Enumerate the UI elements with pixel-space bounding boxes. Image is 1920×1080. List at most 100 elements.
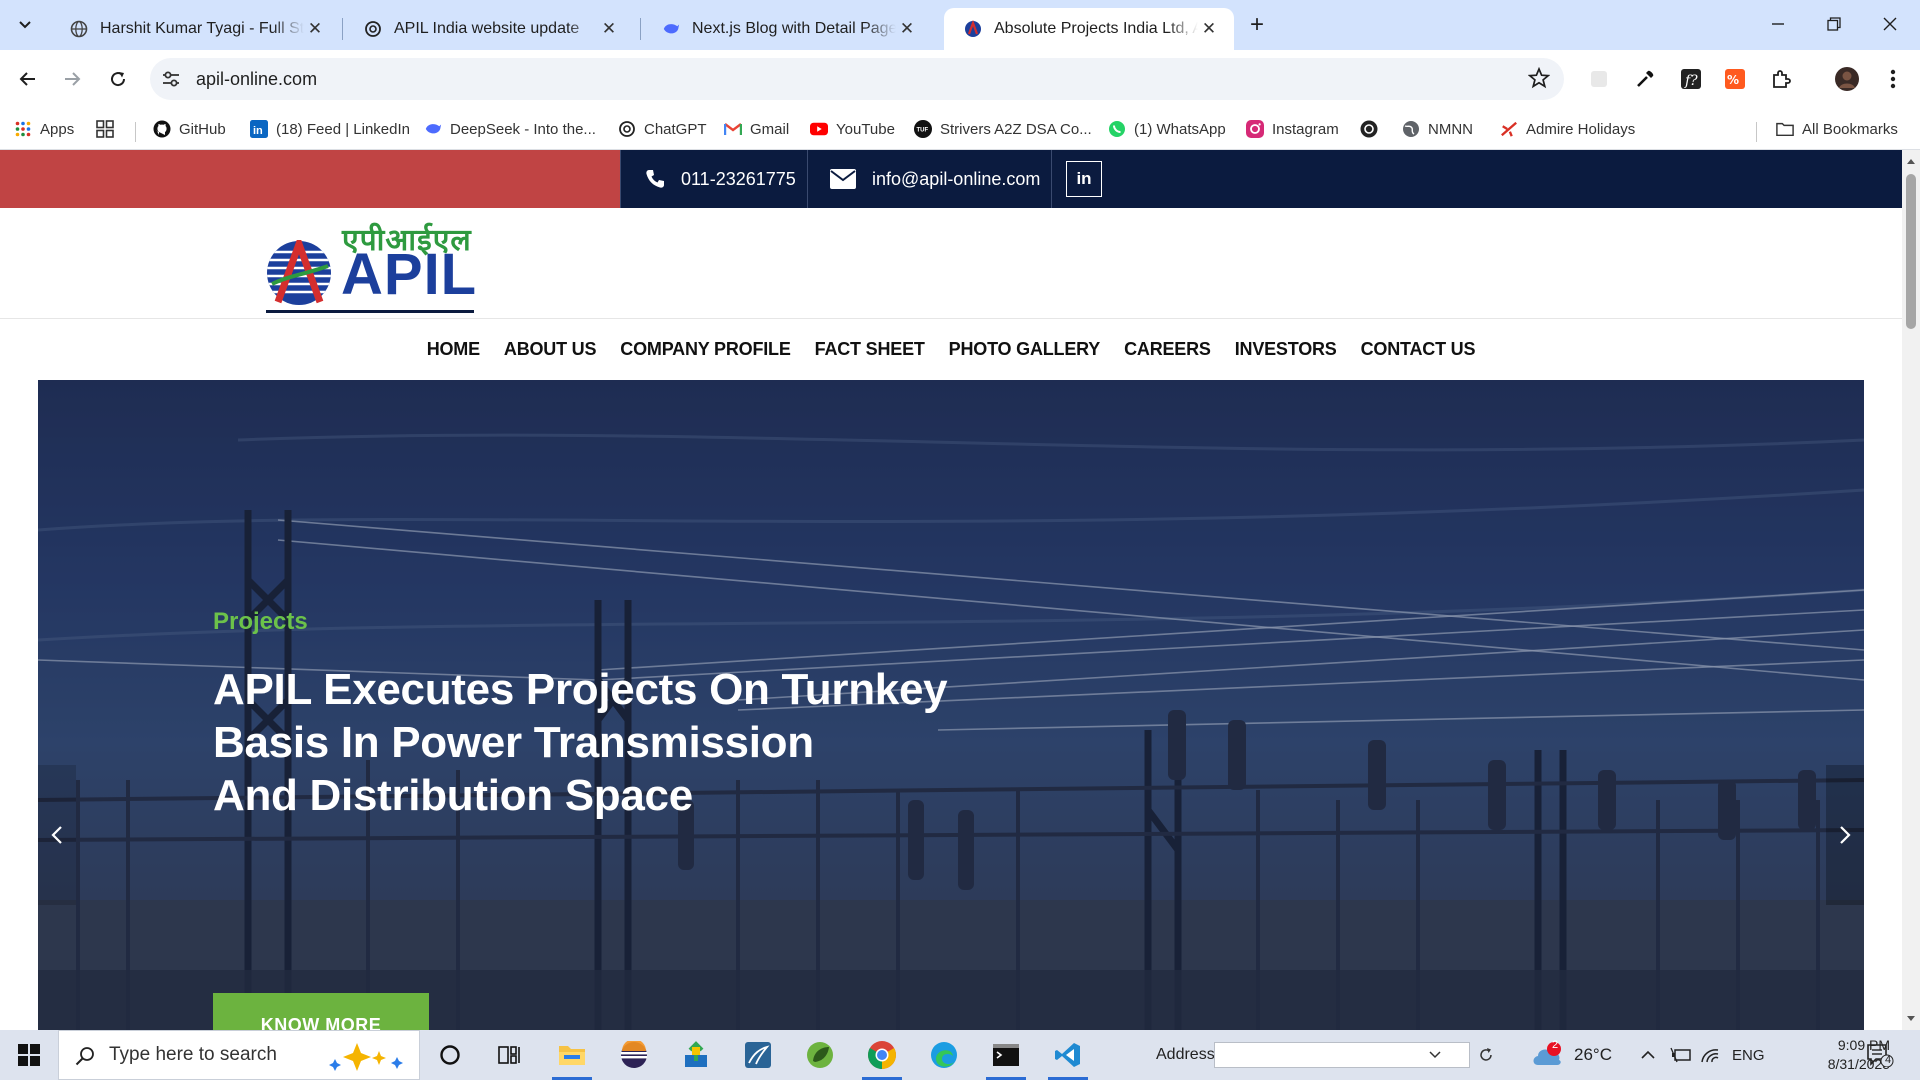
show-hidden-icons[interactable] bbox=[1640, 1030, 1656, 1080]
phone-contact[interactable]: 011-23261775 bbox=[620, 150, 808, 208]
bookmark-instagram[interactable]: Instagram bbox=[1246, 117, 1339, 141]
tab-search-button[interactable] bbox=[10, 11, 40, 39]
scrollbar-thumb[interactable] bbox=[1906, 174, 1916, 329]
extension-placeholder-icon[interactable] bbox=[1586, 66, 1612, 92]
tab-harshit[interactable]: Harshit Kumar Tyagi - Full Stack ✕ bbox=[50, 8, 340, 50]
bookmark-label: Strivers A2Z DSA Co... bbox=[940, 120, 1092, 138]
vscode-app[interactable] bbox=[1040, 1030, 1096, 1080]
nav-home[interactable]: HOME bbox=[415, 324, 492, 374]
new-tab-button[interactable]: + bbox=[1242, 12, 1272, 38]
chevron-down-icon[interactable] bbox=[1429, 1051, 1441, 1059]
bookmark-apps[interactable]: Apps bbox=[14, 117, 74, 141]
restore-button[interactable] bbox=[1816, 10, 1852, 38]
browser-tab-strip: Harshit Kumar Tyagi - Full Stack ✕ APIL … bbox=[0, 0, 1920, 50]
main-navigation: HOME ABOUT US COMPANY PROFILE FACT SHEET… bbox=[0, 324, 1902, 374]
nav-photo-gallery[interactable]: PHOTO GALLERY bbox=[937, 324, 1112, 374]
battery-status[interactable] bbox=[1670, 1030, 1692, 1080]
task-view-button[interactable] bbox=[482, 1030, 538, 1080]
site-info-icon[interactable] bbox=[160, 68, 182, 90]
topbar-accent bbox=[0, 150, 620, 208]
extensions-puzzle-icon[interactable] bbox=[1768, 66, 1794, 92]
email-contact[interactable]: info@apil-online.com bbox=[808, 150, 1052, 208]
nav-about-us[interactable]: ABOUT US bbox=[492, 324, 608, 374]
back-button[interactable] bbox=[12, 63, 44, 95]
tab-apil-update[interactable]: APIL India website update ✕ bbox=[344, 8, 634, 50]
spring-tool-app[interactable] bbox=[792, 1030, 848, 1080]
hero-title-line: Basis In Power Transmission bbox=[213, 718, 814, 767]
font-extension-icon[interactable]: f? bbox=[1678, 66, 1704, 92]
bookmark-whatsapp[interactable]: (1) WhatsApp bbox=[1108, 117, 1226, 141]
nav-contact-us[interactable]: CONTACT US bbox=[1349, 324, 1488, 374]
forward-button[interactable] bbox=[56, 63, 88, 95]
bookmark-label: Apps bbox=[40, 120, 75, 138]
bookmark-strivers[interactable]: TUF Strivers A2Z DSA Co... bbox=[914, 117, 1092, 141]
notification-center-button[interactable]: 4 bbox=[1866, 1030, 1894, 1080]
bookmark-admire-holidays[interactable]: Admire Holidays bbox=[1500, 117, 1635, 141]
page-scrollbar[interactable] bbox=[1902, 150, 1920, 1030]
all-bookmarks-button[interactable]: All Bookmarks bbox=[1776, 117, 1898, 141]
nav-careers[interactable]: CAREERS bbox=[1112, 324, 1223, 374]
scroll-down-icon[interactable] bbox=[1906, 1014, 1916, 1024]
bookmark-github[interactable]: GitHub bbox=[153, 117, 226, 141]
percent-extension-icon[interactable]: % bbox=[1722, 66, 1748, 92]
bookmark-star-icon[interactable] bbox=[1528, 67, 1550, 89]
network-status[interactable] bbox=[1700, 1030, 1720, 1080]
bookmark-youtube[interactable]: YouTube bbox=[810, 117, 895, 141]
chrome-app[interactable] bbox=[854, 1030, 910, 1080]
weather-widget[interactable]: 2 26°C bbox=[1530, 1030, 1612, 1080]
minimize-button[interactable] bbox=[1760, 10, 1796, 38]
whatsapp-icon bbox=[1108, 120, 1126, 138]
tab-groups-icon bbox=[96, 120, 114, 138]
tab-apil-active[interactable]: Absolute Projects India Ltd, APIL ✕ bbox=[944, 8, 1234, 50]
know-more-button[interactable]: KNOW MORE bbox=[213, 993, 429, 1030]
close-icon[interactable]: ✕ bbox=[304, 19, 326, 39]
notification-count: 4 bbox=[1884, 1054, 1892, 1066]
apil-logo[interactable]: एपीआईएल APIL bbox=[266, 218, 478, 313]
bookmark-label: Admire Holidays bbox=[1526, 120, 1636, 138]
start-button[interactable] bbox=[0, 1030, 58, 1080]
address-bar[interactable]: apil-online.com bbox=[150, 58, 1564, 100]
bookmark-deepseek[interactable]: DeepSeek - Into the... bbox=[424, 117, 596, 141]
bookmark-chatgpt[interactable]: ChatGPT bbox=[618, 117, 707, 141]
close-icon[interactable]: ✕ bbox=[1198, 19, 1220, 39]
close-window-button[interactable] bbox=[1872, 10, 1908, 38]
tab-nextjs-blog[interactable]: Next.js Blog with Detail Pages In ✕ bbox=[642, 8, 932, 50]
nav-fact-sheet[interactable]: FACT SHEET bbox=[803, 324, 937, 374]
color-picker-icon[interactable] bbox=[1632, 66, 1658, 92]
bookmark-separator bbox=[1756, 122, 1757, 142]
chrome-menu-icon[interactable] bbox=[1880, 66, 1906, 92]
youtube-icon bbox=[810, 120, 828, 138]
close-icon[interactable]: ✕ bbox=[896, 19, 918, 39]
nav-investors[interactable]: INVESTORS bbox=[1223, 324, 1349, 374]
bookmark-nmnn[interactable]: NMNN bbox=[1402, 117, 1473, 141]
eclipse-app[interactable] bbox=[606, 1030, 662, 1080]
logo-text: APIL bbox=[341, 242, 478, 307]
bookmark-linkedin[interactable]: in (18) Feed | LinkedIn bbox=[250, 117, 410, 141]
bookmark-gmail[interactable]: Gmail bbox=[724, 117, 789, 141]
nav-company-profile[interactable]: COMPANY PROFILE bbox=[608, 324, 802, 374]
terminal-app[interactable] bbox=[978, 1030, 1034, 1080]
cortana-button[interactable] bbox=[422, 1030, 478, 1080]
installer-app[interactable] bbox=[668, 1030, 724, 1080]
linkedin-social-button[interactable]: in bbox=[1066, 161, 1102, 197]
close-icon[interactable]: ✕ bbox=[598, 19, 620, 39]
slider-prev-button[interactable] bbox=[38, 765, 76, 905]
apps-grid-icon bbox=[14, 120, 32, 138]
reload-button[interactable] bbox=[102, 63, 134, 95]
globe-icon bbox=[70, 20, 88, 38]
mysql-workbench-app[interactable] bbox=[730, 1030, 786, 1080]
scroll-up-icon[interactable] bbox=[1906, 156, 1916, 166]
file-explorer-app[interactable] bbox=[544, 1030, 600, 1080]
address-toolbar-input[interactable] bbox=[1214, 1042, 1492, 1068]
spring-leaf-icon bbox=[807, 1042, 833, 1068]
profile-avatar[interactable] bbox=[1834, 66, 1860, 92]
taskbar-search-box[interactable]: Type here to search bbox=[58, 1030, 420, 1080]
bookmark-tab-groups[interactable] bbox=[96, 117, 122, 141]
slider-next-button[interactable] bbox=[1826, 765, 1864, 905]
language-indicator[interactable]: ENG bbox=[1732, 1030, 1765, 1080]
bookmark-chatgpt-2[interactable] bbox=[1360, 117, 1386, 141]
chatgpt-icon bbox=[1360, 120, 1378, 138]
edge-app[interactable] bbox=[916, 1030, 972, 1080]
refresh-icon[interactable] bbox=[1477, 1046, 1495, 1064]
url-text[interactable]: apil-online.com bbox=[196, 69, 317, 90]
